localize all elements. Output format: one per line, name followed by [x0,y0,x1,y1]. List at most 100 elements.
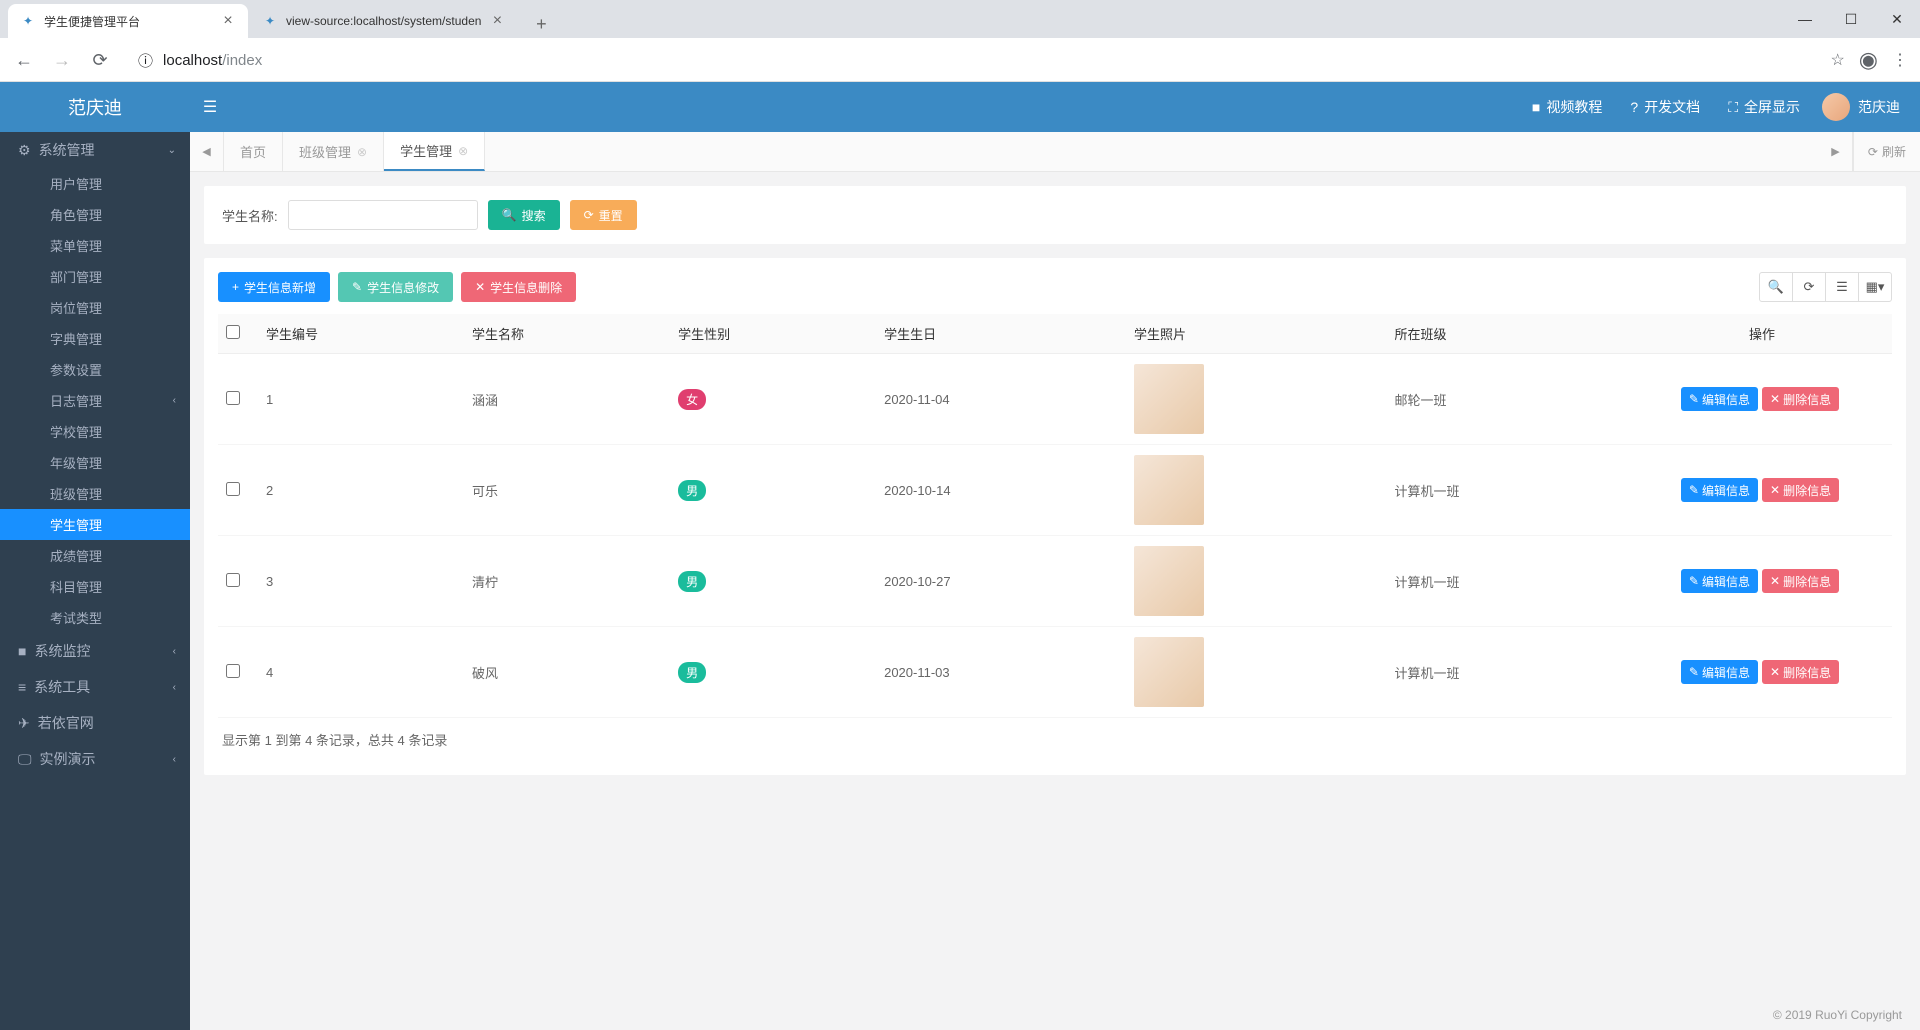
row-delete-button[interactable]: ✕删除信息 [1762,569,1839,593]
search-button[interactable]: 🔍搜索 [488,200,560,230]
sidebar-item[interactable]: 班级管理 [0,478,190,509]
cell-class: 计算机一班 [1387,445,1632,536]
tab-refresh-button[interactable]: ⟳刷新 [1853,132,1920,171]
sidebar-item[interactable]: 学校管理 [0,416,190,447]
plus-icon: + [232,280,239,294]
row-delete-button[interactable]: ✕删除信息 [1762,660,1839,684]
profile-icon[interactable]: ◉ [1859,47,1878,73]
col-birthday[interactable]: 学生生日 [876,314,1126,354]
tab-home[interactable]: 首页 [224,132,283,171]
camera-icon: ■ [18,643,26,659]
url-field[interactable]: ⓘ localhost/index [126,45,1816,75]
row-checkbox[interactable] [226,391,240,405]
star-icon[interactable]: ☆ [1830,50,1844,70]
close-icon[interactable]: ⊗ [458,144,468,158]
cell-gender: 男 [670,627,876,718]
cell-birthday: 2020-11-04 [876,354,1126,445]
col-photo[interactable]: 学生照片 [1126,314,1387,354]
edit-icon: ✎ [1689,574,1699,588]
back-button[interactable]: ← [12,48,36,72]
cell-class: 计算机一班 [1387,536,1632,627]
cell-id: 4 [258,627,464,718]
col-class[interactable]: 所在班级 [1387,314,1632,354]
toolbar-refresh-button[interactable]: ⟳ [1792,272,1826,302]
sidebar-group-monitor[interactable]: ■系统监控‹ [0,633,190,669]
reset-button[interactable]: ⟳重置 [570,200,637,230]
tabs-scroll-right[interactable]: ▶ [1819,132,1853,171]
col-id[interactable]: 学生编号 [258,314,464,354]
col-op[interactable]: 操作 [1632,314,1892,354]
sidebar-item[interactable]: 成绩管理 [0,540,190,571]
avatar[interactable] [1822,93,1850,121]
student-table: 学生编号 学生名称 学生性别 学生生日 学生照片 所在班级 操作 1涵涵女202… [218,314,1892,718]
row-edit-button[interactable]: ✎编辑信息 [1681,387,1758,411]
row-edit-button[interactable]: ✎编辑信息 [1681,660,1758,684]
sidebar-group-demo[interactable]: 🖵实例演示‹ [0,741,190,777]
sidebar-group-site[interactable]: ✈若依官网 [0,705,190,741]
fullscreen-link[interactable]: ⛶全屏显示 [1714,97,1814,117]
tab-student[interactable]: 学生管理⊗ [384,132,485,171]
forward-button[interactable]: → [50,48,74,72]
col-gender[interactable]: 学生性别 [670,314,876,354]
row-edit-button[interactable]: ✎编辑信息 [1681,478,1758,502]
cell-photo [1126,536,1387,627]
tab-class[interactable]: 班级管理⊗ [283,132,384,171]
expand-icon: ⛶ [1728,99,1738,116]
row-checkbox[interactable] [226,573,240,587]
sidebar-item[interactable]: 学生管理 [0,509,190,540]
sidebar-item[interactable]: 科目管理 [0,571,190,602]
cell-id: 1 [258,354,464,445]
row-delete-button[interactable]: ✕删除信息 [1762,387,1839,411]
sidebar-item[interactable]: 日志管理‹ [0,385,190,416]
sidebar-item[interactable]: 字典管理 [0,323,190,354]
row-edit-button[interactable]: ✎编辑信息 [1681,569,1758,593]
cell-id: 2 [258,445,464,536]
content-area: ◀ 首页 班级管理⊗ 学生管理⊗ ▶ ⟳刷新 学生名称: 🔍搜索 ⟳重置 +学生… [190,132,1920,1030]
student-photo [1134,546,1204,616]
maximize-button[interactable]: ☐ [1828,0,1874,38]
new-tab-button[interactable]: + [527,10,555,38]
minimize-button[interactable]: — [1782,0,1828,38]
sidebar-item[interactable]: 用户管理 [0,168,190,199]
cell-class: 邮轮一班 [1387,354,1632,445]
browser-tab-2[interactable]: ✦ view-source:localhost/system/studen × [250,4,517,38]
sidebar-item[interactable]: 岗位管理 [0,292,190,323]
sidebar-item[interactable]: 年级管理 [0,447,190,478]
tabs-scroll-left[interactable]: ◀ [190,132,224,171]
select-all-checkbox[interactable] [226,325,240,339]
toolbar-columns-button[interactable]: ☰ [1825,272,1859,302]
video-tutorial-link[interactable]: ■视频教程 [1518,97,1616,117]
hamburger-icon[interactable]: ☰ [190,97,230,117]
sidebar-item[interactable]: 部门管理 [0,261,190,292]
table-row: 4破风男2020-11-03计算机一班✎编辑信息✕删除信息 [218,627,1892,718]
search-label: 学生名称: [222,206,278,225]
menu-icon[interactable]: ⋮ [1892,50,1908,70]
row-checkbox[interactable] [226,482,240,496]
dev-doc-link[interactable]: ?开发文档 [1616,97,1714,117]
toolbar-search-button[interactable]: 🔍 [1759,272,1793,302]
sidebar-item[interactable]: 角色管理 [0,199,190,230]
sidebar-group-tool[interactable]: ≡系统工具‹ [0,669,190,705]
username-label[interactable]: 范庆迪 [1858,97,1920,117]
edit-student-button[interactable]: ✎学生信息修改 [338,272,453,302]
toolbar-grid-button[interactable]: ▦▾ [1858,272,1892,302]
col-name[interactable]: 学生名称 [464,314,670,354]
row-checkbox[interactable] [226,664,240,678]
close-window-button[interactable]: ✕ [1874,0,1920,38]
close-icon[interactable]: ⊗ [357,145,367,159]
address-bar: ← → ⟳ ⓘ localhost/index ☆ ◉ ⋮ [0,38,1920,82]
leaf-icon: ✦ [262,13,278,29]
close-icon: ✕ [1770,483,1780,497]
browser-tab-active[interactable]: ✦ 学生便捷管理平台 × [8,4,248,38]
close-icon[interactable]: × [220,13,236,29]
close-icon[interactable]: × [489,13,505,29]
sidebar-item[interactable]: 菜单管理 [0,230,190,261]
sidebar-item[interactable]: 考试类型 [0,602,190,633]
student-name-input[interactable] [288,200,478,230]
reload-button[interactable]: ⟳ [88,48,112,72]
sidebar-group-system[interactable]: ⚙ 系统管理 ⌄ [0,132,190,168]
sidebar-item[interactable]: 参数设置 [0,354,190,385]
delete-student-button[interactable]: ✕学生信息删除 [461,272,576,302]
row-delete-button[interactable]: ✕删除信息 [1762,478,1839,502]
add-student-button[interactable]: +学生信息新增 [218,272,330,302]
